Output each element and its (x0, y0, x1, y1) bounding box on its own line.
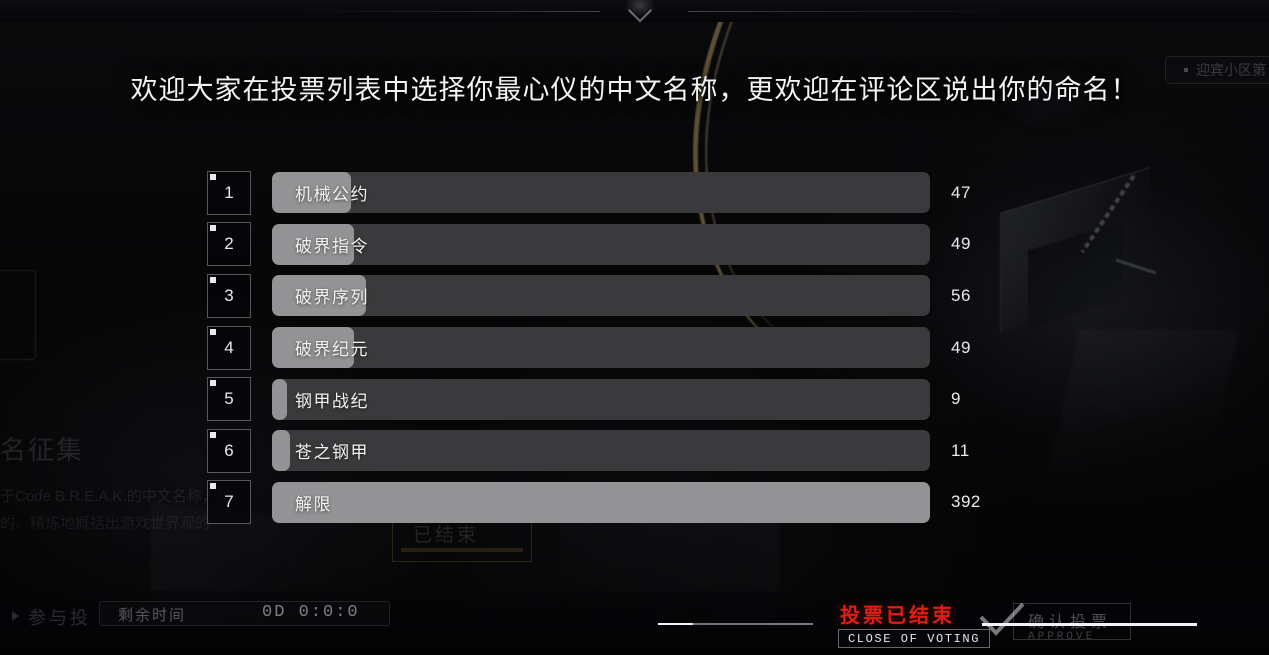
vote-option-count: 11 (951, 440, 970, 460)
approve-button-label-cn: 确认投票 (1028, 608, 1112, 632)
vote-option-rank-label: 2 (224, 234, 234, 254)
bottom-bar: 参与投 剩余时间 0D 0:0:0 投票已结束 CLOSE OF VOTING … (0, 591, 1269, 655)
vote-option-bar-track (272, 275, 930, 317)
vote-option-rank-label: 1 (224, 182, 234, 202)
approve-button-strike-overlay (982, 623, 1197, 626)
vote-option-list: 1 机械公约 47 2 破界指令 49 3 破界序列 56 4 破界纪元 49 5 钢甲战纪 9 6 苍之钢甲 1… (207, 167, 1037, 528)
vote-option-bar-track (272, 327, 930, 369)
vote-option-rank-label: 4 (224, 337, 234, 357)
corner-notch-icon (210, 431, 216, 438)
vote-option-bar-track (272, 481, 930, 523)
vote-option-rank-box: 6 (207, 428, 251, 473)
vote-option-rank-box: 1 (207, 170, 251, 215)
vote-option-rank-label: 5 (224, 389, 234, 409)
vote-option-rank-box: 4 (207, 325, 251, 370)
vote-option-label: 破界指令 (295, 236, 369, 256)
vote-option-count: 9 (951, 389, 961, 409)
vote-option-rank-box: 5 (207, 377, 251, 422)
voting-closed-badge: CLOSE OF VOTING (838, 629, 991, 648)
background-ghost-body-line2: 的、精炼地概括出游戏世界观的 (0, 515, 211, 532)
corner-notch-icon (210, 483, 216, 490)
vote-option-rank-label: 6 (224, 440, 234, 460)
vote-option-count: 392 (951, 492, 981, 512)
vote-option-row[interactable]: 6 苍之钢甲 11 (207, 425, 1037, 477)
vote-option-count: 49 (951, 337, 971, 357)
corner-notch-icon (210, 276, 216, 283)
vote-option-count: 49 (951, 234, 971, 254)
vote-option-bar-track (272, 172, 930, 214)
vote-option-rank-label: 7 (224, 492, 234, 512)
vote-option-count: 56 (951, 285, 971, 305)
checkmark-icon (979, 603, 1025, 636)
timer-label: 剩余时间 (118, 607, 187, 624)
mech-silhouette-ribs (1080, 174, 1136, 254)
vote-option-label: 破界序列 (295, 288, 369, 308)
mech-silhouette-inner (1028, 221, 1123, 329)
corner-notch-icon (210, 173, 216, 180)
approve-button-label-en: APPROVE (1028, 631, 1096, 643)
vote-option-row[interactable]: 1 机械公约 47 (207, 167, 1037, 219)
top-band (0, 0, 1269, 22)
vote-option-bar-fill (272, 430, 290, 472)
vote-option-label: 解限 (295, 494, 332, 514)
vote-option-bar-track (272, 430, 930, 472)
vote-option-rank-label: 3 (224, 285, 234, 305)
vote-option-bar-track (272, 223, 930, 265)
voting-closed-label-en: CLOSE OF VOTING (848, 631, 981, 646)
mech-silhouette-vent (1115, 258, 1157, 275)
vote-option-bar-fill (272, 378, 287, 420)
triangle-marker-icon (12, 611, 19, 621)
vote-option-bar[interactable]: 破界序列 (272, 275, 930, 317)
vote-option-row[interactable]: 4 破界纪元 49 (207, 322, 1037, 374)
vote-option-rank-box: 7 (207, 480, 251, 525)
corner-notch-icon (210, 328, 216, 335)
vote-option-bar-fill (272, 481, 930, 523)
decorative-line (658, 623, 813, 625)
voting-closed-label-cn: 投票已结束 (840, 605, 955, 627)
background-panel-edge (0, 270, 36, 360)
vote-option-label: 机械公约 (295, 185, 369, 205)
vote-option-bar[interactable]: 破界指令 (272, 223, 930, 265)
corner-notch-icon (210, 380, 216, 387)
vote-option-bar[interactable]: 机械公约 (272, 172, 930, 214)
vote-option-rank-box: 3 (207, 273, 251, 318)
background-ghost-title: 名征集 (0, 435, 85, 465)
vote-option-row[interactable]: 5 钢甲战纪 9 (207, 373, 1037, 425)
vote-option-bar[interactable]: 钢甲战纪 (272, 378, 930, 420)
corner-notch-icon (210, 225, 216, 232)
vote-option-bar-track (272, 378, 930, 420)
join-vote-label: 参与投 (28, 608, 91, 628)
vote-option-label: 破界纪元 (295, 340, 369, 360)
vote-option-row[interactable]: 2 破界指令 49 (207, 219, 1037, 271)
background-ghost-body-line1: 于Code B.R.E.A.K.的中文名称，以 (0, 488, 232, 505)
vote-option-label: 苍之钢甲 (295, 443, 369, 463)
vote-option-bar[interactable]: 破界纪元 (272, 327, 930, 369)
chevron-down-icon[interactable] (623, 0, 657, 26)
top-rule-right (688, 11, 1008, 12)
page-title: 欢迎大家在投票列表中选择你最心仪的中文名称，更欢迎在评论区说出你的命名！ (130, 75, 1139, 105)
vote-option-count: 47 (951, 182, 971, 202)
timer-value: 0D 0:0:0 (262, 603, 360, 622)
mech-silhouette-body (1040, 330, 1240, 510)
vote-option-bar[interactable]: 解限 (272, 481, 930, 523)
top-rule-left (300, 11, 600, 12)
vote-option-row[interactable]: 7 解限 392 (207, 477, 1037, 529)
vote-option-row[interactable]: 3 破界序列 56 (207, 270, 1037, 322)
vote-option-label: 钢甲战纪 (295, 391, 369, 411)
vote-option-rank-box: 2 (207, 222, 251, 267)
vote-option-bar[interactable]: 苍之钢甲 (272, 430, 930, 472)
vote-screen: 名征集 于Code B.R.E.A.K.的中文名称，以 的、精炼地概括出游戏世界… (0, 0, 1269, 655)
